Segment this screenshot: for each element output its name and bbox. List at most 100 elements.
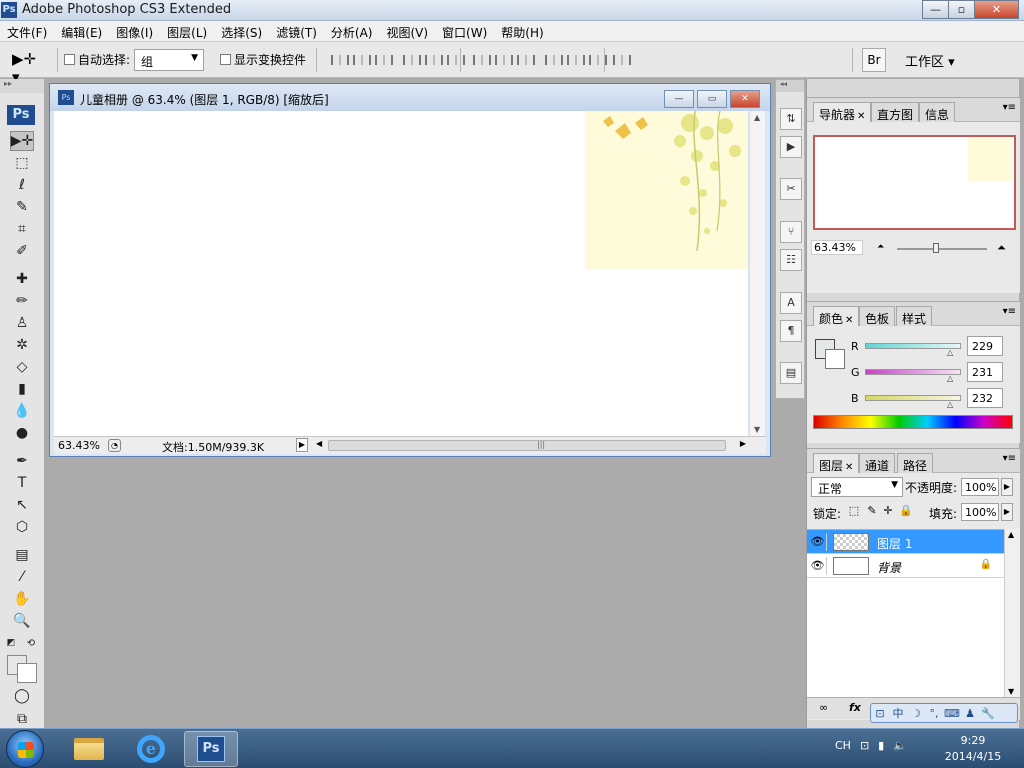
ime-menu-icon[interactable]: ⊡ (871, 707, 889, 720)
tab-channels[interactable]: 通道 (859, 453, 896, 473)
taskbar-ie-button[interactable]: e (124, 731, 178, 767)
toolbox-grip[interactable]: ▸▸ (0, 79, 44, 93)
clone-stamp-tool-icon[interactable]: ♙ (10, 313, 34, 333)
slider-triangle-icon[interactable]: △ (947, 374, 953, 383)
start-button[interactable] (6, 730, 44, 768)
eye-icon[interactable]: 👁 (809, 533, 827, 551)
actions-panel-icon[interactable]: ▶ (780, 136, 802, 158)
auto-select-dropdown[interactable]: 组 ▼ (134, 49, 204, 71)
distribute-top-icon[interactable] (470, 53, 491, 67)
scroll-thumb[interactable]: ||| (328, 440, 726, 451)
strip-grip[interactable]: ◂◂ (776, 80, 804, 92)
clone-source-panel-icon[interactable]: ☷ (780, 249, 802, 271)
ime-softkeyboard-icon[interactable]: ⌨ (943, 707, 961, 720)
brushes-panel-icon[interactable]: ⑂ (780, 221, 802, 243)
opacity-arrow-icon[interactable]: ▶ (1001, 478, 1013, 496)
tab-histogram[interactable]: 直方图 (871, 102, 920, 122)
blue-value-input[interactable]: 232 (967, 388, 1003, 408)
document-title-bar[interactable]: Ps 儿童相册 @ 63.4% (图层 1, RGB/8) [缩放后] — ▭ … (50, 84, 770, 111)
shape-tool-icon[interactable]: ⬡ (10, 517, 34, 537)
link-layers-icon[interactable]: ∞ (819, 701, 828, 714)
distribute-left-icon[interactable] (542, 53, 563, 67)
clock[interactable]: 9:29 2014/4/15 (938, 733, 1008, 765)
history-brush-tool-icon[interactable]: ✲ (10, 335, 34, 355)
pen-tool-icon[interactable]: ✒ (10, 451, 34, 471)
zoom-tool-icon[interactable]: 🔍 (10, 611, 34, 631)
panel-menu-icon[interactable]: ▾≡ (1003, 306, 1016, 317)
taskbar-photoshop-button[interactable]: Ps (184, 731, 238, 767)
document-maximize-button[interactable]: ▭ (697, 90, 727, 108)
crop-tool-icon[interactable]: ⌗ (10, 219, 34, 239)
lock-all-icon[interactable]: 🔒 (899, 504, 913, 518)
move-tool-icon[interactable]: ▶✛ (10, 131, 34, 151)
menu-layer[interactable]: 图层(L) (160, 21, 214, 41)
eraser-tool-icon[interactable]: ◇ (10, 357, 34, 377)
navigator-zoom-slider[interactable] (897, 243, 987, 253)
maximize-button[interactable]: ▫ (948, 0, 975, 19)
layer-style-icon[interactable]: fx (849, 701, 861, 714)
scroll-left-icon[interactable]: ◀ (316, 439, 322, 448)
lock-position-icon[interactable]: ✛ (881, 504, 895, 518)
eyedropper-tool-icon[interactable]: ⁄ (10, 567, 34, 587)
background-color-swatch[interactable] (17, 663, 37, 683)
document-horizontal-scrollbar[interactable]: ◀ ||| ▶ (316, 439, 746, 452)
ime-tray-icon[interactable]: ⊡ (860, 739, 869, 752)
scroll-right-icon[interactable]: ▶ (740, 439, 746, 448)
tab-styles[interactable]: 样式 (896, 306, 933, 326)
color-spectrum-ramp[interactable] (813, 415, 1013, 429)
tab-navigator[interactable]: 导航器 ✕ (813, 102, 872, 122)
hand-tool-icon[interactable]: ✋ (10, 589, 34, 609)
eye-icon[interactable]: 👁 (809, 557, 827, 575)
lock-pixels-icon[interactable]: ✎ (865, 504, 879, 518)
layers-scrollbar[interactable]: ▲ ▼ (1004, 529, 1020, 697)
ime-settings-icon[interactable]: 🔧 (979, 707, 997, 720)
volume-icon[interactable]: 🔈 (893, 739, 907, 752)
distribute-bottom-icon[interactable] (514, 53, 535, 67)
align-right-icon[interactable] (444, 53, 465, 67)
fill-input[interactable]: 100% (961, 503, 999, 521)
bridge-icon[interactable]: Br (862, 48, 886, 72)
language-indicator[interactable]: CH (835, 739, 851, 752)
marquee-tool-icon[interactable]: ⬚ (10, 153, 34, 173)
menu-file[interactable]: 文件(F) (0, 21, 54, 41)
close-tab-icon[interactable]: ✕ (845, 315, 853, 326)
align-hcenter-icon[interactable] (422, 53, 443, 67)
zoom-in-icon[interactable]: ⏶ (997, 241, 1006, 255)
document-vertical-scrollbar[interactable]: ▲ ▼ (749, 111, 765, 436)
opacity-input[interactable]: 100% (961, 478, 999, 496)
close-button[interactable]: ✕ (974, 0, 1019, 19)
red-value-input[interactable]: 229 (967, 336, 1003, 356)
move-tool-preset-icon[interactable]: ▶✛ ▾ (12, 50, 48, 86)
close-tab-icon[interactable]: ✕ (857, 111, 865, 122)
gradient-tool-icon[interactable]: ▮ (10, 379, 34, 399)
document-close-button[interactable]: ✕ (730, 90, 760, 108)
tab-paths[interactable]: 路径 (897, 453, 934, 473)
panel-menu-icon[interactable]: ▾≡ (1003, 102, 1016, 113)
align-bottom-icon[interactable] (372, 53, 393, 67)
align-left-icon[interactable] (400, 53, 421, 67)
menu-edit[interactable]: 编辑(E) (54, 21, 109, 41)
canvas[interactable] (54, 111, 748, 436)
layer-row-background[interactable]: 👁 背景 🔒 (807, 554, 1004, 578)
minimize-button[interactable]: — (922, 0, 949, 19)
fill-arrow-icon[interactable]: ▶ (1001, 503, 1013, 521)
close-tab-icon[interactable]: ✕ (845, 462, 853, 473)
slice-tool-icon[interactable]: ✐ (10, 241, 34, 261)
slider-triangle-icon[interactable]: △ (947, 348, 953, 357)
navigator-preview[interactable] (813, 135, 1016, 230)
dodge-tool-icon[interactable]: ● (10, 423, 34, 443)
quick-mask-icon[interactable]: ◯ (10, 686, 34, 706)
status-menu-arrow-icon[interactable]: ▶ (296, 438, 308, 452)
info-icon[interactable]: ◔ (108, 439, 121, 452)
zoom-out-icon[interactable]: ⏶ (877, 242, 884, 252)
workspace-menu[interactable]: 工作区 ▾ (905, 51, 955, 70)
ime-chinese-mode-icon[interactable]: 中 (889, 705, 907, 721)
menu-view[interactable]: 视图(V) (379, 21, 435, 41)
layer-comps-panel-icon[interactable]: ▤ (780, 362, 802, 384)
menu-analysis[interactable]: 分析(A) (324, 21, 380, 41)
color-background-swatch[interactable] (825, 349, 845, 369)
character-panel-icon[interactable]: A (780, 292, 802, 314)
default-colors-icon[interactable]: ◩ (4, 633, 18, 653)
menu-filter[interactable]: 滤镜(T) (269, 21, 324, 41)
ime-halfwidth-icon[interactable]: ☽ (907, 707, 925, 720)
